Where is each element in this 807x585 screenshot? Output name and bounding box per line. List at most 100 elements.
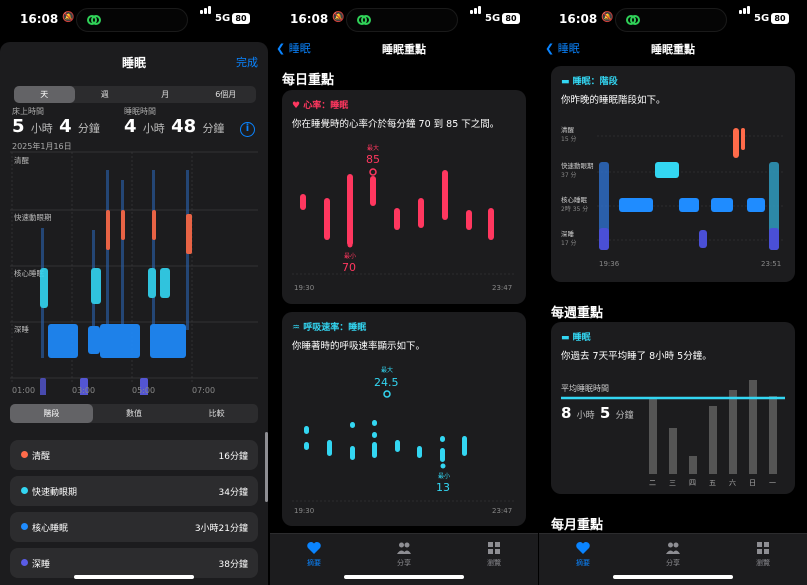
deep-segment — [699, 230, 707, 248]
card-header: ♥ 心率：睡眠 — [292, 98, 348, 111]
range-tab-6month[interactable]: 6個月 — [196, 86, 257, 103]
mute-bell-icon: 🔕 — [62, 12, 75, 23]
week-bar — [729, 390, 737, 474]
lungs-icon: ♒ — [292, 323, 301, 333]
week-bar — [669, 428, 677, 474]
core-segment — [150, 324, 186, 358]
resp-bar — [417, 446, 422, 458]
rem-segment — [148, 268, 156, 298]
scrollbar[interactable] — [265, 432, 268, 502]
max-marker — [383, 390, 391, 398]
view-tab-compare[interactable]: 比較 — [175, 404, 258, 423]
week-bar — [709, 406, 717, 474]
tab-browse[interactable]: 瀏覽 — [743, 540, 783, 568]
grid-icon — [757, 542, 769, 554]
hr-bar — [394, 208, 400, 230]
sleep-stage-chart: 清醒 快速動眼期 核心睡眠 深睡 01:00 03:00 05:00 07:00 — [10, 151, 258, 395]
view-tab-stages[interactable]: 階段 — [10, 404, 93, 423]
core-segment — [747, 198, 765, 212]
range-tab-week[interactable]: 週 — [75, 86, 136, 103]
day-label: 日 — [749, 479, 756, 487]
stage-duration: 37 分 — [561, 171, 577, 179]
rem-segment — [160, 268, 170, 298]
legend-row-deep[interactable]: 深睡 38分鐘 — [10, 548, 258, 578]
legend-name: 清醒 — [32, 452, 51, 462]
tab-browse[interactable]: 瀏覽 — [474, 540, 514, 568]
tab-share[interactable]: 分享 — [653, 540, 693, 568]
time-label: 05:00 — [132, 386, 155, 395]
core-segment — [619, 198, 653, 212]
resp-bar — [350, 422, 355, 428]
hr-bar — [370, 176, 376, 206]
home-indicator — [74, 575, 194, 579]
resp-bar — [462, 436, 467, 456]
resp-bar — [350, 446, 355, 460]
weekly-sleep-card[interactable]: ▬ 睡眠 你過去 7天平均睡了 8小時 5分鐘。 平均睡眠時間 8 小時 5 分… — [551, 322, 795, 494]
stage-duration: 2時 35 分 — [561, 205, 588, 213]
heart-rate-card[interactable]: ♥ 心率：睡眠 你在睡覺時的心率介於每分鐘 70 到 85 下之間。 最大 85… — [282, 90, 526, 304]
stage-label-core: 核心睡眠 — [14, 268, 44, 278]
resp-bar — [304, 442, 309, 450]
card-text: 你昨晚的睡眠階段如下。 — [561, 95, 666, 106]
day-label: 五 — [709, 479, 716, 487]
minutes-unit: 分鐘 — [202, 122, 225, 135]
card-text: 你過去 7天平均睡了 8小時 5分鐘。 — [561, 351, 712, 362]
core-segment — [100, 324, 140, 358]
resp-bar — [327, 440, 332, 456]
max-label: 最大 — [367, 144, 379, 152]
hours-unit: 小時 — [142, 122, 165, 135]
stage-label-awake: 清醒 — [14, 155, 29, 165]
home-indicator — [613, 575, 733, 579]
week-bar — [689, 456, 697, 474]
legend-row-awake[interactable]: 清醒 16分鐘 — [10, 440, 258, 470]
resp-bar — [395, 440, 400, 452]
info-icon[interactable]: i — [240, 122, 255, 137]
card-header: ▬ 睡眠：階段 — [561, 74, 618, 87]
deep-dot-icon — [21, 559, 28, 566]
stage-label-rem: 快速動眼期 — [14, 212, 52, 222]
legend-value: 3小時21分鐘 — [194, 524, 248, 534]
respiratory-rate-card[interactable]: ♒ 呼吸速率：睡眠 你睡著時的呼吸速率顯示如下。 最大 24.5 最小 13 1… — [282, 312, 526, 526]
range-tab-month[interactable]: 月 — [135, 86, 196, 103]
view-segmented-control: 階段 數值 比較 — [10, 404, 258, 423]
awake-segment — [741, 128, 745, 150]
resp-bar — [440, 436, 445, 442]
sleep-stages-card[interactable]: ▬ 睡眠：階段 你昨晚的睡眠階段如下。 清醒 15 分 快速動眼期 37 分 核… — [551, 66, 795, 282]
daily-section-heading: 每日重點 — [282, 73, 335, 88]
status-time: 16:08 — [290, 12, 329, 26]
day-label: 三 — [669, 479, 676, 487]
max-label: 最大 — [381, 366, 393, 374]
link-icon — [357, 15, 371, 25]
week-bar — [649, 398, 657, 474]
status-bar: 16:08 🔕 5G 80 — [539, 0, 807, 38]
min-marker — [440, 463, 446, 469]
min-marker — [347, 242, 353, 248]
sleep-highlights-scrolled-screen: 16:08 🔕 5G 80 ❮ 睡眠 睡眠重點 ▬ 睡眠：階段 你昨晚的睡眠階段… — [539, 0, 807, 585]
card-text: 你在睡覺時的心率介於每分鐘 70 到 85 下之間。 — [292, 119, 500, 130]
respiratory-rate-chart: 最大 24.5 最小 13 19:30 23:47 — [292, 366, 516, 515]
x-end-label: 23:47 — [492, 284, 512, 292]
max-marker — [369, 168, 377, 176]
home-indicator — [344, 575, 464, 579]
legend-row-core[interactable]: 核心睡眠 3小時21分鐘 — [10, 512, 258, 542]
range-tab-day[interactable]: 天 — [14, 86, 75, 103]
stage-duration: 17 分 — [561, 239, 577, 247]
heart-rate-chart: 最大 85 最小 70 19:30 23:47 — [292, 144, 516, 292]
tab-summary[interactable]: 摘要 — [294, 540, 334, 568]
sleep-highlights-screen: 16:08 🔕 5G 80 ❮ 睡眠 睡眠重點 每日重點 ♥ 心率：睡眠 你在睡… — [270, 0, 538, 585]
resp-bar — [440, 448, 445, 462]
tab-summary[interactable]: 摘要 — [563, 540, 603, 568]
min-value: 70 — [342, 261, 356, 274]
tab-label: 瀏覽 — [756, 559, 770, 567]
range-segmented-control: 天 週 月 6個月 — [14, 86, 256, 103]
status-bar: 16:08 🔕 5G 80 — [0, 0, 268, 38]
card-header: ♒ 呼吸速率：睡眠 — [292, 320, 366, 333]
deep-segment — [40, 378, 46, 395]
view-tab-values[interactable]: 數值 — [93, 404, 176, 423]
tab-share[interactable]: 分享 — [384, 540, 424, 568]
stage-name: 清醒 — [561, 125, 575, 134]
legend-row-rem[interactable]: 快速動眼期 34分鐘 — [10, 476, 258, 506]
legend-value: 16分鐘 — [218, 452, 248, 462]
minutes-unit: 分鐘 — [77, 122, 100, 135]
done-button[interactable]: 完成 — [236, 54, 258, 70]
